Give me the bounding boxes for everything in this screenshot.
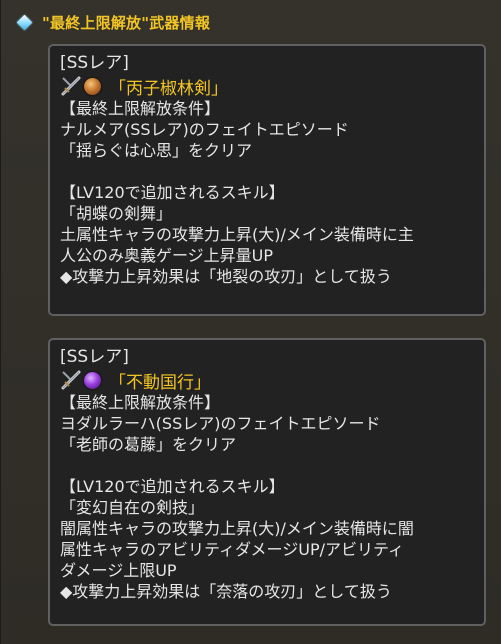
weapon-name: 「丙子椒林剣」: [109, 78, 228, 99]
weapon-info-panel: "最終上限解放"武器情報 [SSレア] 「丙子椒林剣」 【最終上限解放条件】 ナ…: [0, 0, 501, 644]
skill-note: ◆攻撃力上昇効果は「奈落の攻刃」として扱う: [60, 582, 392, 601]
skill-name: 「変幻自在の剣技」: [60, 498, 205, 517]
condition-heading: 【最終上限解放条件】: [60, 393, 221, 412]
weapon-name-row: 「丙子椒林剣」: [60, 74, 474, 99]
weapon-name-row: 「不動国行」: [60, 368, 474, 393]
condition-text: 「老師の葛藤」をクリア: [60, 435, 237, 454]
skill-description: 属性キャラのアビリティダメージUP/アビリティ: [60, 540, 405, 559]
sword-type-icon: [60, 75, 82, 97]
weapon-rarity: [SSレア]: [60, 347, 129, 367]
weapon-card: [SSレア] 「不動国行」 【最終上限解放条件】 ヨダルラーハ(SSレア)のフェ…: [48, 338, 486, 626]
weapon-card: [SSレア] 「丙子椒林剣」 【最終上限解放条件】 ナルメア(SSレア)のフェイ…: [48, 44, 486, 316]
skill-description: 土属性キャラの攻撃力上昇(大)/メイン装備時に主: [60, 225, 414, 244]
condition-text: ヨダルラーハ(SSレア)のフェイトエピソード: [60, 414, 381, 433]
skill-heading: 【LV120で追加されるスキル】: [60, 477, 285, 496]
condition-heading: 【最終上限解放条件】: [60, 99, 221, 118]
condition-text: ナルメア(SSレア)のフェイトエピソード: [60, 120, 349, 139]
skill-description: 闇属性キャラの攻撃力上昇(大)/メイン装備時に闇: [60, 519, 414, 538]
weapon-name: 「不動国行」: [109, 372, 211, 393]
skill-description: ダメージ上限UP: [60, 561, 177, 580]
skill-name: 「胡蝶の剣舞」: [60, 204, 173, 223]
condition-text: 「揺らぐは心思」をクリア: [60, 141, 253, 160]
skill-description: 人公のみ奥義ゲージ上昇量UP: [60, 246, 274, 265]
weapon-rarity: [SSレア]: [60, 53, 129, 73]
skill-heading: 【LV120で追加されるスキル】: [60, 183, 285, 202]
diamond-bullet-icon: [16, 14, 33, 30]
sword-type-icon: [60, 369, 82, 391]
section-header: "最終上限解放"武器情報: [16, 9, 211, 35]
section-title: "最終上限解放"武器情報: [42, 13, 211, 32]
earth-element-icon: [84, 77, 101, 95]
skill-note: ◆攻撃力上昇効果は「地裂の攻刃」として扱う: [60, 267, 392, 286]
dark-element-icon: [84, 371, 101, 389]
